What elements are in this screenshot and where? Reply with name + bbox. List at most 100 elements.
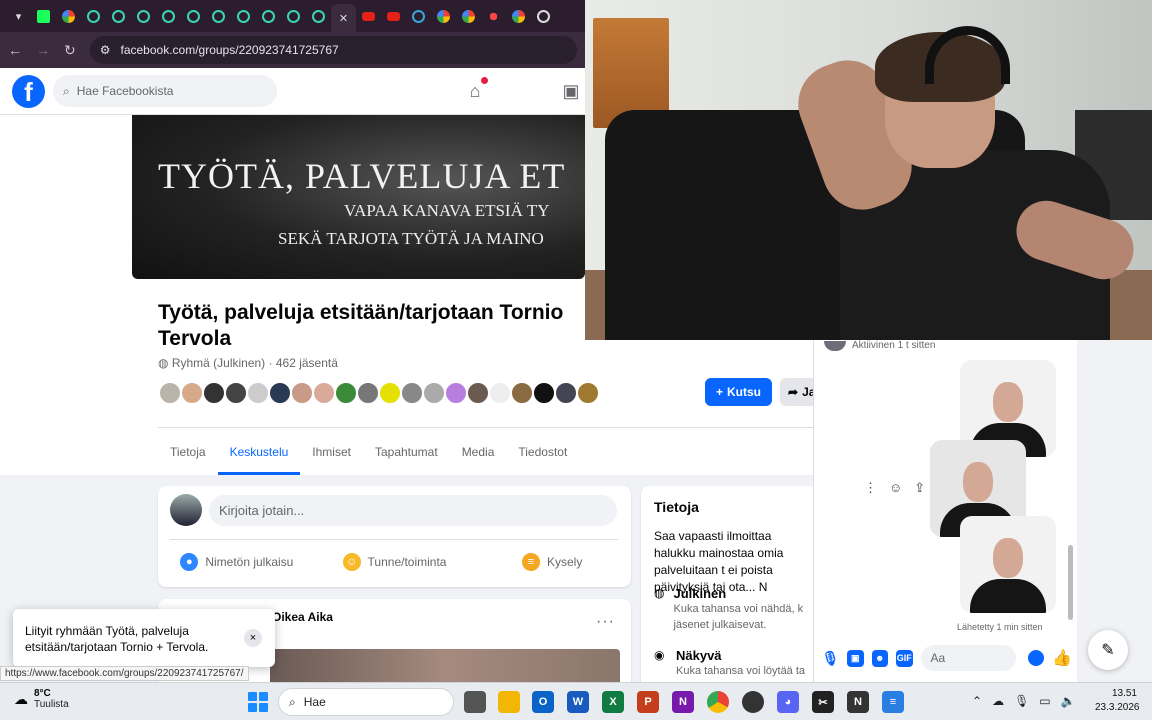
avatar[interactable]	[202, 381, 226, 405]
video-nav-icon[interactable]: ▣	[560, 80, 582, 102]
avatar[interactable]	[224, 381, 248, 405]
react-icon[interactable]: ☺	[889, 480, 902, 496]
browser-tab[interactable]	[156, 4, 181, 28]
close-tab-icon[interactable]: ✕	[339, 12, 348, 25]
avatar[interactable]	[488, 381, 512, 405]
avatar[interactable]	[356, 381, 380, 405]
avatar[interactable]	[510, 381, 534, 405]
notepad-icon[interactable]: ≡	[882, 691, 904, 713]
onedrive-icon[interactable]: ☁	[992, 694, 1004, 708]
avatar[interactable]	[334, 381, 358, 405]
forward-icon[interactable]: →	[36, 42, 50, 58]
post-author[interactable]: Oikea Aika	[272, 610, 333, 624]
tab-list-button[interactable]: ▾	[6, 4, 31, 28]
network-icon[interactable]: ▭	[1039, 694, 1050, 708]
avatar[interactable]	[246, 381, 270, 405]
gif-icon[interactable]: GIF	[896, 649, 913, 667]
browser-tab[interactable]	[506, 4, 531, 28]
taskbar-search[interactable]: ⌕ Hae	[278, 688, 454, 716]
weather-widget[interactable]: ☁ 8°C Tuulista	[14, 688, 69, 710]
home-nav-icon[interactable]: ⌂	[464, 77, 488, 102]
avatar[interactable]	[312, 381, 336, 405]
chat-video-thumbnail[interactable]	[960, 516, 1056, 613]
anonymous-post-button[interactable]: ● Nimetön julkaisu	[158, 546, 316, 578]
reload-icon[interactable]: ↻	[64, 42, 76, 59]
avatar[interactable]	[554, 381, 578, 405]
browser-tab[interactable]	[306, 4, 331, 28]
new-message-button[interactable]: ✎	[1088, 630, 1128, 670]
forward-icon[interactable]: ⇪	[914, 480, 925, 496]
browser-tab[interactable]	[456, 4, 481, 28]
file-explorer-icon[interactable]	[498, 691, 520, 713]
chrome-icon[interactable]	[707, 691, 729, 713]
obs-icon[interactable]	[742, 691, 764, 713]
chat-header[interactable]: Aktiivinen 1 t sitten	[824, 340, 935, 351]
sticker-icon[interactable]: ☻	[871, 649, 889, 667]
browser-tab[interactable]	[106, 4, 131, 28]
avatar[interactable]	[400, 381, 424, 405]
active-browser-tab[interactable]: ✕	[331, 4, 356, 32]
powerpoint-icon[interactable]: P	[637, 691, 659, 713]
browser-tab[interactable]	[356, 4, 381, 28]
microphone-icon[interactable]: 🎙	[822, 650, 840, 667]
browser-tab[interactable]	[56, 4, 81, 28]
chat-scrollbar[interactable]	[1068, 545, 1073, 620]
app-icon[interactable]: N	[847, 691, 869, 713]
tab-keskustelu[interactable]: Keskustelu	[217, 429, 301, 475]
avatar[interactable]	[378, 381, 402, 405]
browser-tab[interactable]	[181, 4, 206, 28]
volume-icon[interactable]: 🔈	[1061, 694, 1076, 708]
browser-tab[interactable]	[381, 4, 406, 28]
avatar[interactable]	[532, 381, 556, 405]
browser-tab[interactable]	[231, 4, 256, 28]
start-button[interactable]	[248, 692, 268, 712]
browser-tab[interactable]	[256, 4, 281, 28]
thumbs-up-icon[interactable]: 👍	[1052, 648, 1072, 668]
emoji-icon[interactable]	[1028, 650, 1045, 666]
tab-tapahtumat[interactable]: Tapahtumat	[363, 429, 450, 475]
group-title[interactable]: Työtä, palveluja etsitään/tarjotaan Torn…	[158, 300, 588, 352]
capcut-icon[interactable]: ✂	[812, 691, 834, 713]
back-icon[interactable]: ←	[8, 42, 22, 58]
avatar[interactable]	[466, 381, 490, 405]
avatar[interactable]	[290, 381, 314, 405]
invite-button[interactable]: + Kutsu	[705, 378, 772, 406]
word-icon[interactable]: W	[567, 691, 589, 713]
avatar[interactable]	[444, 381, 468, 405]
browser-tab[interactable]	[431, 4, 456, 28]
facebook-search-field[interactable]: ⌕ Hae Facebookista	[53, 75, 277, 107]
avatar[interactable]	[576, 381, 600, 405]
avatar[interactable]	[158, 381, 182, 405]
feeling-activity-button[interactable]: ☺ Tunne/toiminta	[316, 546, 474, 578]
image-icon[interactable]: ▣	[847, 649, 864, 667]
outlook-icon[interactable]: O	[532, 691, 554, 713]
browser-tab[interactable]	[81, 4, 106, 28]
browser-tab[interactable]	[31, 4, 56, 28]
tab-tietoja[interactable]: Tietoja	[158, 429, 218, 475]
tab-media[interactable]: Media	[450, 429, 507, 475]
site-info-icon[interactable]: ⚙	[100, 43, 111, 57]
browser-tab[interactable]	[206, 4, 231, 28]
composer-input[interactable]: Kirjoita jotain...	[209, 495, 617, 526]
tab-tiedostot[interactable]: Tiedostot	[506, 429, 579, 475]
microphone-icon[interactable]: 🎙	[1014, 694, 1029, 708]
browser-tab[interactable]	[281, 4, 306, 28]
more-options-icon[interactable]: ⋮	[864, 480, 877, 496]
address-bar[interactable]: ⚙ facebook.com/groups/220923741725767	[89, 36, 577, 64]
avatar[interactable]	[180, 381, 204, 405]
chevron-up-icon[interactable]: ⌃	[972, 694, 982, 708]
toast-close-button[interactable]: ×	[244, 629, 262, 647]
avatar[interactable]	[268, 381, 292, 405]
discord-icon[interactable]: ◕	[777, 691, 799, 713]
message-input[interactable]: Aa	[920, 645, 1045, 671]
tab-ihmiset[interactable]: Ihmiset	[300, 429, 363, 475]
browser-tab[interactable]	[531, 4, 556, 28]
browser-tab[interactable]	[131, 4, 156, 28]
avatar[interactable]	[170, 494, 202, 526]
post-more-icon[interactable]: ···	[596, 613, 615, 631]
task-view-icon[interactable]	[464, 691, 486, 713]
browser-tab[interactable]	[406, 4, 431, 28]
browser-tab[interactable]	[481, 4, 506, 28]
poll-button[interactable]: ≡ Kysely	[473, 546, 631, 578]
clock[interactable]: 13.51 23.3.2026	[1095, 687, 1140, 715]
